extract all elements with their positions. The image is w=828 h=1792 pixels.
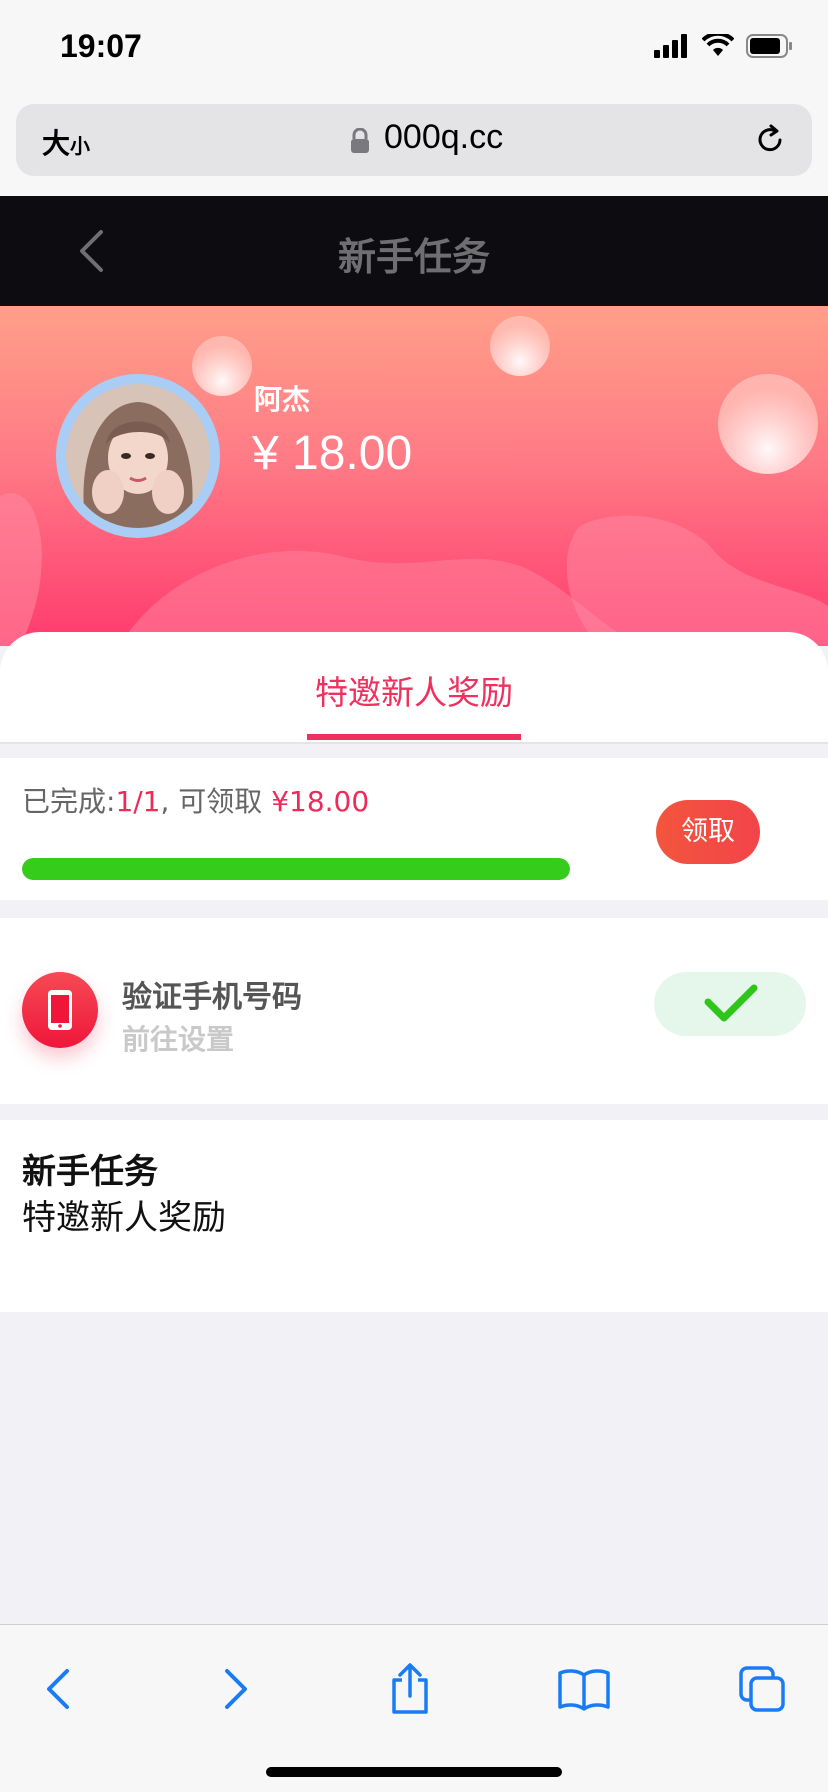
status-time: 19:07 [60,28,142,64]
browser-url-area: 大小 000q.cc [0,96,828,196]
tabs-icon[interactable] [732,1659,792,1719]
share-icon[interactable] [380,1659,440,1719]
status-icons [654,34,794,58]
progress-bar-fill [22,858,570,880]
browser-toolbar [0,1624,828,1792]
status-bar: 19:07 [0,0,828,96]
battery-icon [746,34,792,58]
wifi-icon [702,34,734,56]
phone-icon [22,972,98,1048]
reload-icon[interactable] [752,122,788,158]
checkmark-icon [704,984,758,1022]
progress-middle: , 可领取 [160,785,272,818]
description-body: 特邀新人奖励 [22,1198,226,1238]
tab-bar: 特邀新人奖励 [0,632,828,744]
back-icon[interactable] [28,1659,88,1719]
avatar[interactable] [56,374,220,538]
bookmarks-icon[interactable] [554,1659,614,1719]
claim-button[interactable]: 领取 [656,800,760,864]
user-balance: ¥ 18.00 [252,427,413,480]
tab-active-indicator [307,734,521,740]
task-title: 验证手机号码 [122,980,302,1015]
progress-bar [22,858,570,880]
url-text[interactable]: 000q.cc [384,118,503,157]
profile-banner: 阿杰 ¥ 18.00 [0,306,828,646]
nav-header: 新手任务 [0,196,828,306]
text-size-button[interactable]: 大小 [42,122,90,162]
avatar-photo [66,384,210,528]
description-card: 新手任务 特邀新人奖励 [0,1120,828,1312]
text-size-label-small: 小 [70,134,91,158]
text-size-label-large: 大 [42,127,71,160]
progress-amount: ¥18.00 [271,785,370,818]
home-indicator [266,1767,562,1777]
progress-card: 已完成:1/1, 可领取 ¥18.00 领取 [0,758,828,900]
signal-icon [654,34,687,58]
lock-icon [351,128,369,153]
progress-summary: 已完成:1/1, 可领取 ¥18.00 [22,780,369,820]
progress-prefix: 已完成: [22,785,116,818]
forward-icon[interactable] [206,1659,266,1719]
page-title: 新手任务 [337,235,490,279]
task-completed-badge [654,972,806,1036]
page: 19:07 大小 000q.cc 新手任务 阿杰 ¥ 18.00 特邀新人奖励 … [0,0,828,1792]
progress-count: 1/1 [115,785,161,818]
address-bar[interactable]: 大小 000q.cc [16,104,812,176]
task-item[interactable]: 验证手机号码 前往设置 [0,918,828,1104]
tab-invite-reward[interactable]: 特邀新人奖励 [0,666,828,714]
user-name: 阿杰 [254,383,311,416]
task-subtitle[interactable]: 前往设置 [122,1018,234,1058]
description-title: 新手任务 [22,1152,158,1192]
